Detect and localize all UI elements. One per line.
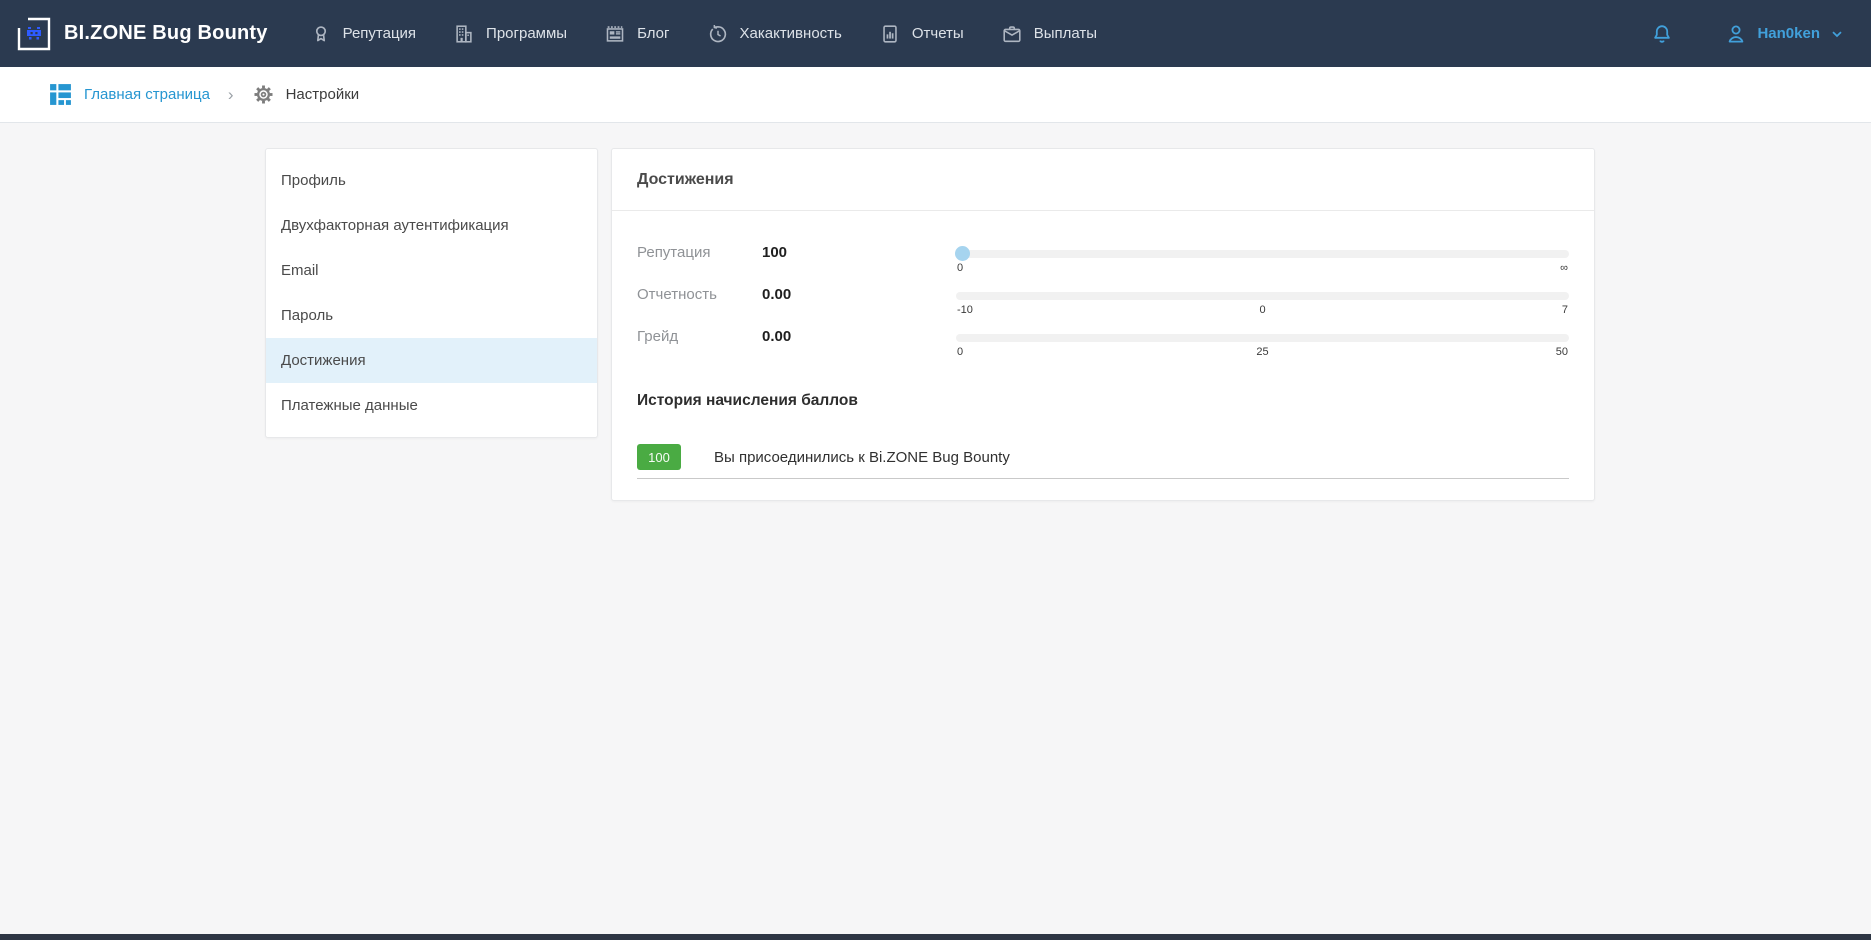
nav-item-hackactivity[interactable]: Хакактивность	[707, 23, 842, 45]
settings-menu: Профиль Двухфакторная аутентификация Ema…	[265, 148, 598, 438]
slider-track	[956, 292, 1569, 300]
reporting-slider: -10 0 7	[956, 278, 1569, 317]
metric-row-grade: Грейд 0.00 0 25 50	[637, 320, 1569, 362]
bizone-bug-logo-icon	[17, 17, 51, 51]
newspaper-icon	[604, 23, 626, 45]
nav-item-reputation[interactable]: Репутация	[310, 23, 416, 45]
metric-value: 100	[762, 236, 956, 261]
breadcrumb-current: Настройки	[252, 83, 360, 106]
metric-row-reputation: Репутация 100 0 ∞	[637, 236, 1569, 278]
metric-label: Отчетность	[637, 278, 762, 303]
nav-label: Программы	[486, 25, 567, 42]
sidebar-item-password[interactable]: Пароль	[266, 293, 597, 338]
history-entry: 100 Вы присоединились к Bi.ZONE Bug Boun…	[637, 444, 1569, 479]
building-icon	[453, 23, 475, 45]
nav-label: Блог	[637, 25, 669, 42]
achievements-panel: Достижения Репутация 100 0 ∞ Отчетность …	[611, 148, 1595, 501]
nav-item-reports[interactable]: Отчеты	[879, 23, 964, 45]
chevron-down-icon	[1829, 26, 1845, 42]
breadcrumb-current-label: Настройки	[286, 86, 360, 103]
slider-track	[956, 250, 1569, 258]
nav-label: Хакактивность	[740, 25, 842, 42]
medal-icon	[310, 23, 332, 45]
slider-track	[956, 334, 1569, 342]
nav-label: Выплаты	[1034, 25, 1097, 42]
user-menu[interactable]: Han0ken	[1724, 22, 1845, 46]
breadcrumb-home-link[interactable]: Главная страница	[48, 82, 210, 107]
metric-label: Грейд	[637, 320, 762, 345]
metric-value: 0.00	[762, 320, 956, 345]
tick-min: -10	[957, 304, 973, 316]
history-section-title: История начисления баллов	[637, 392, 1594, 410]
tick-max: 7	[1562, 304, 1568, 316]
brand-logo-link[interactable]: BI.ZONE Bug Bounty	[17, 17, 268, 51]
gear-icon	[252, 83, 275, 106]
slider-ticks: 0 25 50	[956, 346, 1569, 359]
footer-strip	[0, 934, 1871, 940]
tick-max: ∞	[1560, 262, 1568, 274]
breadcrumb-separator-icon: ›	[228, 85, 234, 105]
nav-label: Репутация	[343, 25, 416, 42]
sidebar-item-profile[interactable]: Профиль	[266, 158, 597, 203]
history-icon	[707, 23, 729, 45]
metric-label: Репутация	[637, 236, 762, 261]
tick-mid: 25	[1256, 346, 1268, 358]
slider-ticks: -10 0 7	[956, 304, 1569, 317]
report-icon	[879, 23, 901, 45]
points-badge: 100	[637, 444, 681, 470]
tick-mid: 0	[1259, 304, 1265, 316]
history-entry-text: Вы присоединились к Bi.ZONE Bug Bounty	[714, 449, 1010, 466]
top-navigation-bar: BI.ZONE Bug Bounty Репутация	[0, 0, 1871, 67]
sidebar-item-two-factor[interactable]: Двухфакторная аутентификация	[266, 203, 597, 248]
notifications-bell-icon[interactable]	[1650, 22, 1674, 46]
sidebar-item-email[interactable]: Email	[266, 248, 597, 293]
briefcase-icon	[1001, 23, 1023, 45]
breadcrumb: Главная страница › Настройки	[0, 67, 1871, 123]
breadcrumb-home-label: Главная страница	[84, 86, 210, 103]
nav-item-blog[interactable]: Блог	[604, 23, 669, 45]
main-nav: Репутация Программы	[310, 23, 1097, 45]
nav-item-programs[interactable]: Программы	[453, 23, 567, 45]
brand-title: BI.ZONE Bug Bounty	[64, 22, 268, 45]
user-name: Han0ken	[1757, 25, 1820, 42]
tick-min: 0	[957, 262, 963, 274]
nav-item-payouts[interactable]: Выплаты	[1001, 23, 1097, 45]
dashboard-grid-icon	[48, 82, 73, 107]
topbar-right: Han0ken	[1650, 22, 1845, 46]
metric-value: 0.00	[762, 278, 956, 303]
tick-min: 0	[957, 346, 963, 358]
slider-thumb	[955, 246, 970, 261]
user-icon	[1724, 22, 1748, 46]
panel-title: Достижения	[612, 149, 1594, 211]
tick-max: 50	[1556, 346, 1568, 358]
reputation-slider: 0 ∞	[956, 236, 1569, 275]
nav-label: Отчеты	[912, 25, 964, 42]
slider-ticks: 0 ∞	[956, 262, 1569, 275]
metric-row-reporting: Отчетность 0.00 -10 0 7	[637, 278, 1569, 320]
sidebar-item-payment-data[interactable]: Платежные данные	[266, 383, 597, 428]
grade-slider: 0 25 50	[956, 320, 1569, 359]
metrics-list: Репутация 100 0 ∞ Отчетность 0.00 -10	[612, 211, 1594, 362]
sidebar-item-achievements[interactable]: Достижения	[266, 338, 597, 383]
